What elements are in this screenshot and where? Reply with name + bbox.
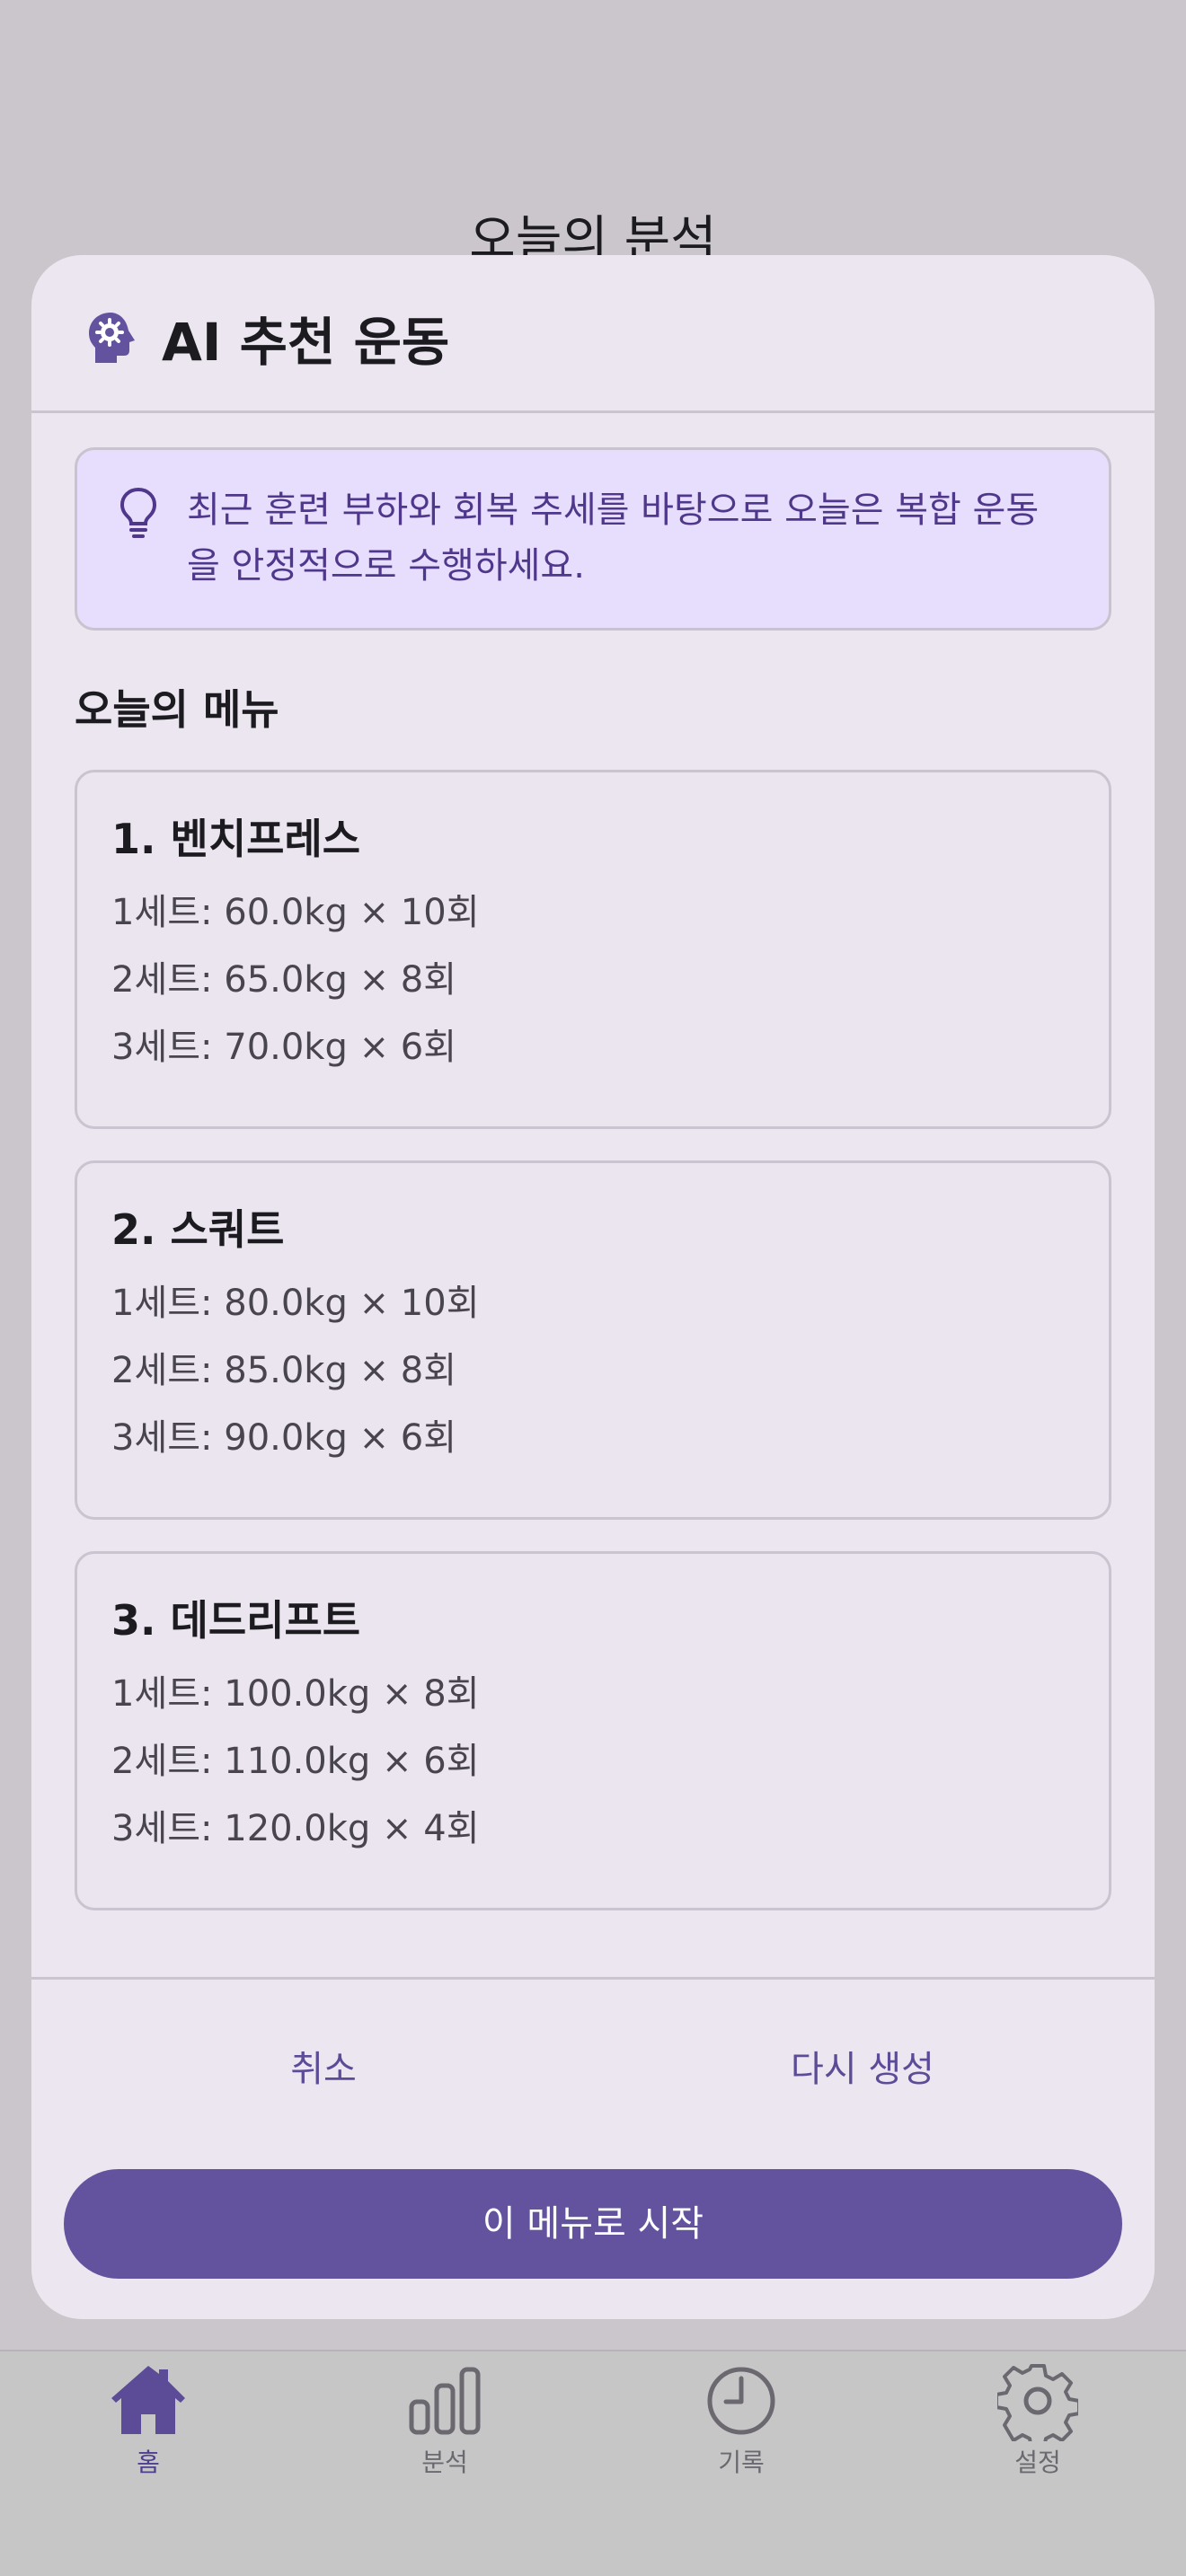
nav-item-history[interactable]: 기록 — [593, 2351, 890, 2576]
section-title: 오늘의 메뉴 — [75, 685, 279, 734]
cancel-button[interactable]: 취소 — [144, 2033, 503, 2105]
nav-label: 기록 — [718, 2448, 765, 2477]
dialog-title: AI 추천 운동 — [162, 312, 450, 373]
exercise-set: 3세트: 70.0kg × 6회 — [111, 1027, 457, 1068]
bottom-navigation: 홈 분석 기록 설정 — [0, 2350, 1186, 2576]
exercise-set: 1세트: 80.0kg × 10회 — [111, 1283, 480, 1324]
exercise-set: 3세트: 120.0kg × 4회 — [111, 1808, 480, 1849]
exercise-set: 3세트: 90.0kg × 6회 — [111, 1417, 457, 1459]
exercise-set: 2세트: 110.0kg × 6회 — [111, 1741, 480, 1782]
hint-text: 최근 훈련 부하와 회복 추세를 바탕으로 오늘은 복합 운동을 안정적으로 수… — [187, 490, 1040, 587]
start-menu-button[interactable]: 이 메뉴로 시작 — [64, 2169, 1122, 2279]
exercise-set: 2세트: 85.0kg × 8회 — [111, 1350, 457, 1391]
exercise-name: 2. 스쿼트 — [111, 1205, 285, 1254]
gear-icon — [997, 2364, 1078, 2441]
exercise-card: 2. 스쿼트 1세트: 80.0kg × 10회 2세트: 85.0kg × 8… — [75, 1160, 1111, 1520]
nav-item-settings[interactable]: 설정 — [890, 2351, 1186, 2576]
nav-item-home[interactable]: 홈 — [0, 2351, 296, 2576]
exercise-card: 1. 벤치프레스 1세트: 60.0kg × 10회 2세트: 65.0kg ×… — [75, 770, 1111, 1129]
exercise-set: 1세트: 60.0kg × 10회 — [111, 892, 480, 933]
exercise-set: 1세트: 100.0kg × 8회 — [111, 1673, 480, 1715]
dialog-divider — [31, 1977, 1155, 1980]
lightbulb-icon — [119, 487, 157, 538]
ai-recommendation-dialog: AI 추천 운동 최근 훈련 부하와 회복 추세를 바탕으로 오늘은 복합 운동… — [31, 255, 1155, 2319]
nav-label: 분석 — [421, 2448, 468, 2477]
nav-item-analysis[interactable]: 분석 — [296, 2351, 593, 2576]
nav-label: 설정 — [1014, 2448, 1061, 2477]
dialog-header: AI 추천 운동 — [31, 255, 1155, 413]
head-gear-icon — [89, 313, 135, 363]
recommendation-hint: 최근 훈련 부하와 회복 추세를 바탕으로 오늘은 복합 운동을 안정적으로 수… — [75, 447, 1111, 631]
exercise-name: 1. 벤치프레스 — [111, 815, 361, 863]
regenerate-button[interactable]: 다시 생성 — [683, 2033, 1042, 2105]
home-icon — [111, 2366, 185, 2434]
nav-label: 홈 — [137, 2448, 160, 2477]
bar-chart-icon — [409, 2367, 481, 2435]
exercise-card: 3. 데드리프트 1세트: 100.0kg × 8회 2세트: 110.0kg … — [75, 1551, 1111, 1910]
clock-icon — [707, 2367, 775, 2435]
exercise-set: 2세트: 65.0kg × 8회 — [111, 959, 457, 1001]
exercise-name: 3. 데드리프트 — [111, 1596, 361, 1645]
